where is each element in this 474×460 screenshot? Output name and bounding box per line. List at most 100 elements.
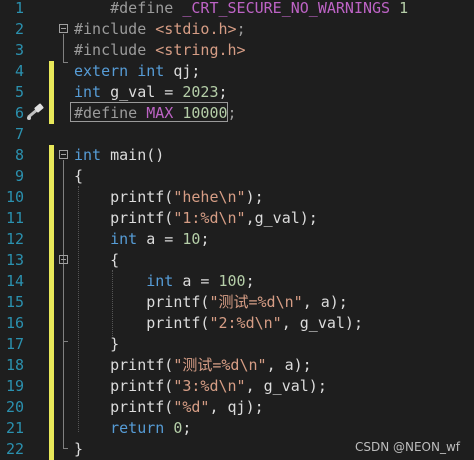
- collapse-icon[interactable]: [59, 24, 68, 33]
- code-line[interactable]: 16 printf("2:%d\n", g_val);: [0, 313, 474, 334]
- code-line[interactable]: 10 printf("hehe\n");: [0, 187, 474, 208]
- code-text[interactable]: #include <string.h>: [74, 40, 246, 61]
- code-token: a =: [173, 272, 219, 290]
- code-token: , g_val);: [245, 377, 327, 395]
- code-token: , a);: [302, 293, 348, 311]
- code-token: 10000: [173, 104, 228, 122]
- line-number: 4: [14, 62, 24, 80]
- code-text[interactable]: int a = 10;: [74, 229, 209, 250]
- change-indicator: [49, 187, 54, 208]
- code-token: ;: [245, 272, 255, 290]
- code-line[interactable]: 13 {: [0, 250, 474, 271]
- code-line[interactable]: 2 #include <stdio.h>;: [0, 19, 474, 40]
- code-text[interactable]: int a = 100;: [74, 271, 255, 292]
- code-text[interactable]: printf("3:%d\n", g_val);: [74, 376, 327, 397]
- code-line[interactable]: 1 #define _CRT_SECURE_NO_WARNINGS 1: [0, 0, 474, 19]
- code-line[interactable]: 21 return 0;: [0, 418, 474, 439]
- code-line[interactable]: 7: [0, 124, 474, 145]
- code-token: printf(: [74, 293, 210, 311]
- change-indicator: [49, 82, 54, 103]
- code-editor[interactable]: CSDN @NEON_wf 1 #define _CRT_SECURE_NO_W…: [0, 0, 474, 460]
- change-indicator: [49, 439, 54, 460]
- code-line[interactable]: 14 int a = 100;: [0, 271, 474, 292]
- line-number: 13: [5, 251, 24, 269]
- line-number: 3: [14, 41, 24, 59]
- line-number: 2: [14, 20, 24, 38]
- code-token: extern: [74, 62, 129, 80]
- code-text[interactable]: extern int qj;: [74, 61, 200, 82]
- code-line[interactable]: 8 int main(): [0, 145, 474, 166]
- code-token: main(): [101, 146, 165, 164]
- code-line[interactable]: 11 printf("1:%d\n",g_val);: [0, 208, 474, 229]
- line-number: 17: [5, 335, 24, 353]
- line-number: 22: [5, 440, 24, 458]
- line-number: 8: [14, 146, 24, 164]
- code-token: <stdio.h>: [155, 20, 237, 38]
- code-token: "%d": [173, 398, 210, 416]
- code-text[interactable]: int main(): [74, 145, 164, 166]
- code-line[interactable]: 6 #define MAX 10000;: [0, 103, 474, 124]
- change-indicator: [49, 313, 54, 334]
- code-token: int: [74, 83, 102, 101]
- change-indicator: [49, 250, 54, 271]
- code-line[interactable]: 5 int g_val = 2023;: [0, 82, 474, 103]
- code-line[interactable]: 20 printf("%d", qj);: [0, 397, 474, 418]
- line-number: 6: [14, 104, 24, 122]
- code-text[interactable]: return 0;: [74, 418, 191, 439]
- collapse-icon[interactable]: [59, 150, 68, 159]
- code-line[interactable]: 18 printf("测试=%d\n", a);: [0, 355, 474, 376]
- line-number: 5: [14, 83, 24, 101]
- code-text[interactable]: printf("%d", qj);: [74, 397, 264, 418]
- code-text[interactable]: printf("hehe\n");: [74, 187, 264, 208]
- line-number: 14: [5, 272, 24, 290]
- code-token: printf(: [74, 314, 210, 332]
- code-token: 2023: [182, 83, 219, 101]
- code-line[interactable]: 9{: [0, 166, 474, 187]
- code-token: ;: [182, 419, 192, 437]
- code-token: printf(: [74, 356, 174, 374]
- code-text[interactable]: {: [74, 250, 119, 271]
- code-token: }: [74, 440, 84, 458]
- change-indicator: [49, 166, 54, 187]
- code-text[interactable]: #include <stdio.h>;: [74, 19, 246, 40]
- code-token: printf(: [74, 209, 174, 227]
- code-text[interactable]: #define _CRT_SECURE_NO_WARNINGS 1: [74, 0, 408, 19]
- code-line[interactable]: 17 }: [0, 334, 474, 355]
- change-indicator: [49, 103, 54, 124]
- line-number: 11: [5, 209, 24, 227]
- code-text[interactable]: printf("测试=%d\n", a);: [74, 292, 348, 313]
- code-token: {: [74, 167, 84, 185]
- code-token: a =: [137, 230, 183, 248]
- code-token: ,g_val);: [245, 209, 318, 227]
- code-text[interactable]: {: [74, 166, 83, 187]
- code-text[interactable]: printf("2:%d\n", g_val);: [74, 313, 363, 334]
- code-token: "2:%d\n": [209, 314, 282, 332]
- code-line[interactable]: 19 printf("3:%d\n", g_val);: [0, 376, 474, 397]
- code-text[interactable]: printf("1:%d\n",g_val);: [74, 208, 318, 229]
- code-token: int: [137, 62, 165, 80]
- code-line[interactable]: 12 int a = 10;: [0, 229, 474, 250]
- collapse-icon[interactable]: [59, 255, 68, 264]
- code-token: "测试=%d\n": [173, 356, 267, 374]
- code-token: #include: [74, 20, 156, 38]
- code-token: "3:%d\n": [173, 377, 246, 395]
- code-text[interactable]: #define MAX 10000;: [74, 103, 237, 124]
- code-token: int: [74, 146, 102, 164]
- code-token: "测试=%d\n": [209, 293, 303, 311]
- change-indicator: [49, 229, 54, 250]
- code-line[interactable]: 4 extern int qj;: [0, 61, 474, 82]
- code-text[interactable]: }: [74, 439, 83, 460]
- code-text[interactable]: printf("测试=%d\n", a);: [74, 355, 312, 376]
- code-text[interactable]: int g_val = 2023;: [74, 82, 228, 103]
- change-indicator: [49, 418, 54, 439]
- code-line[interactable]: 22}: [0, 439, 474, 460]
- code-line[interactable]: 3 #include <string.h>: [0, 40, 474, 61]
- code-token: printf(: [74, 398, 174, 416]
- code-token: printf(: [74, 377, 174, 395]
- code-token: ;: [200, 230, 210, 248]
- line-number: 15: [5, 293, 24, 311]
- code-line[interactable]: 15 printf("测试=%d\n", a);: [0, 292, 474, 313]
- line-number: 19: [5, 377, 24, 395]
- code-text[interactable]: }: [74, 334, 119, 355]
